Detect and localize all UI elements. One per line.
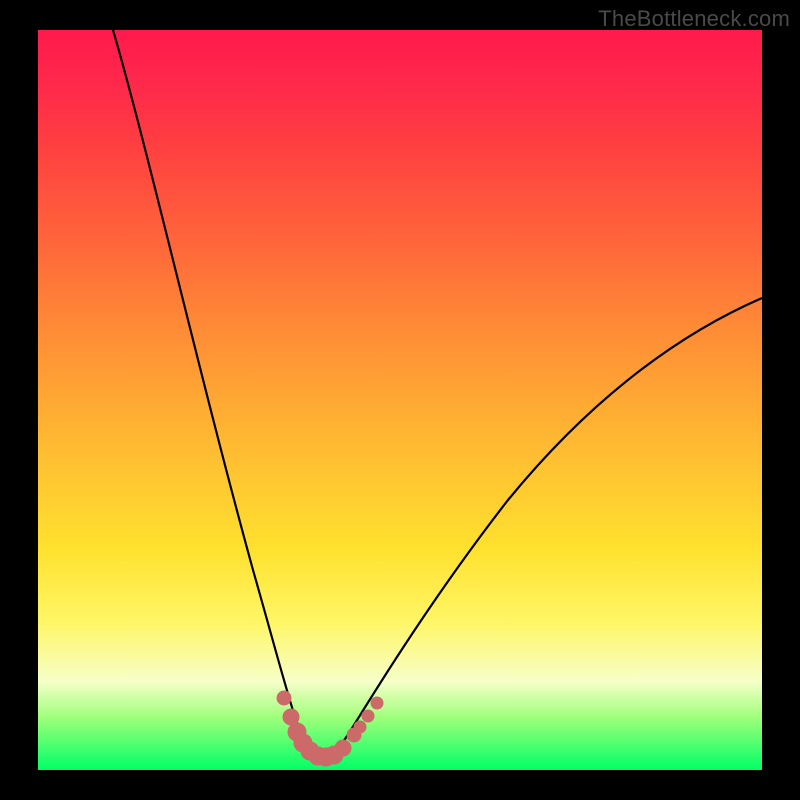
watermark-text: TheBottleneck.com [598, 6, 790, 32]
plot-area [38, 30, 762, 770]
chart-overlay [38, 30, 762, 770]
bottleneck-curve [113, 30, 762, 762]
chart-frame: TheBottleneck.com [0, 0, 800, 800]
